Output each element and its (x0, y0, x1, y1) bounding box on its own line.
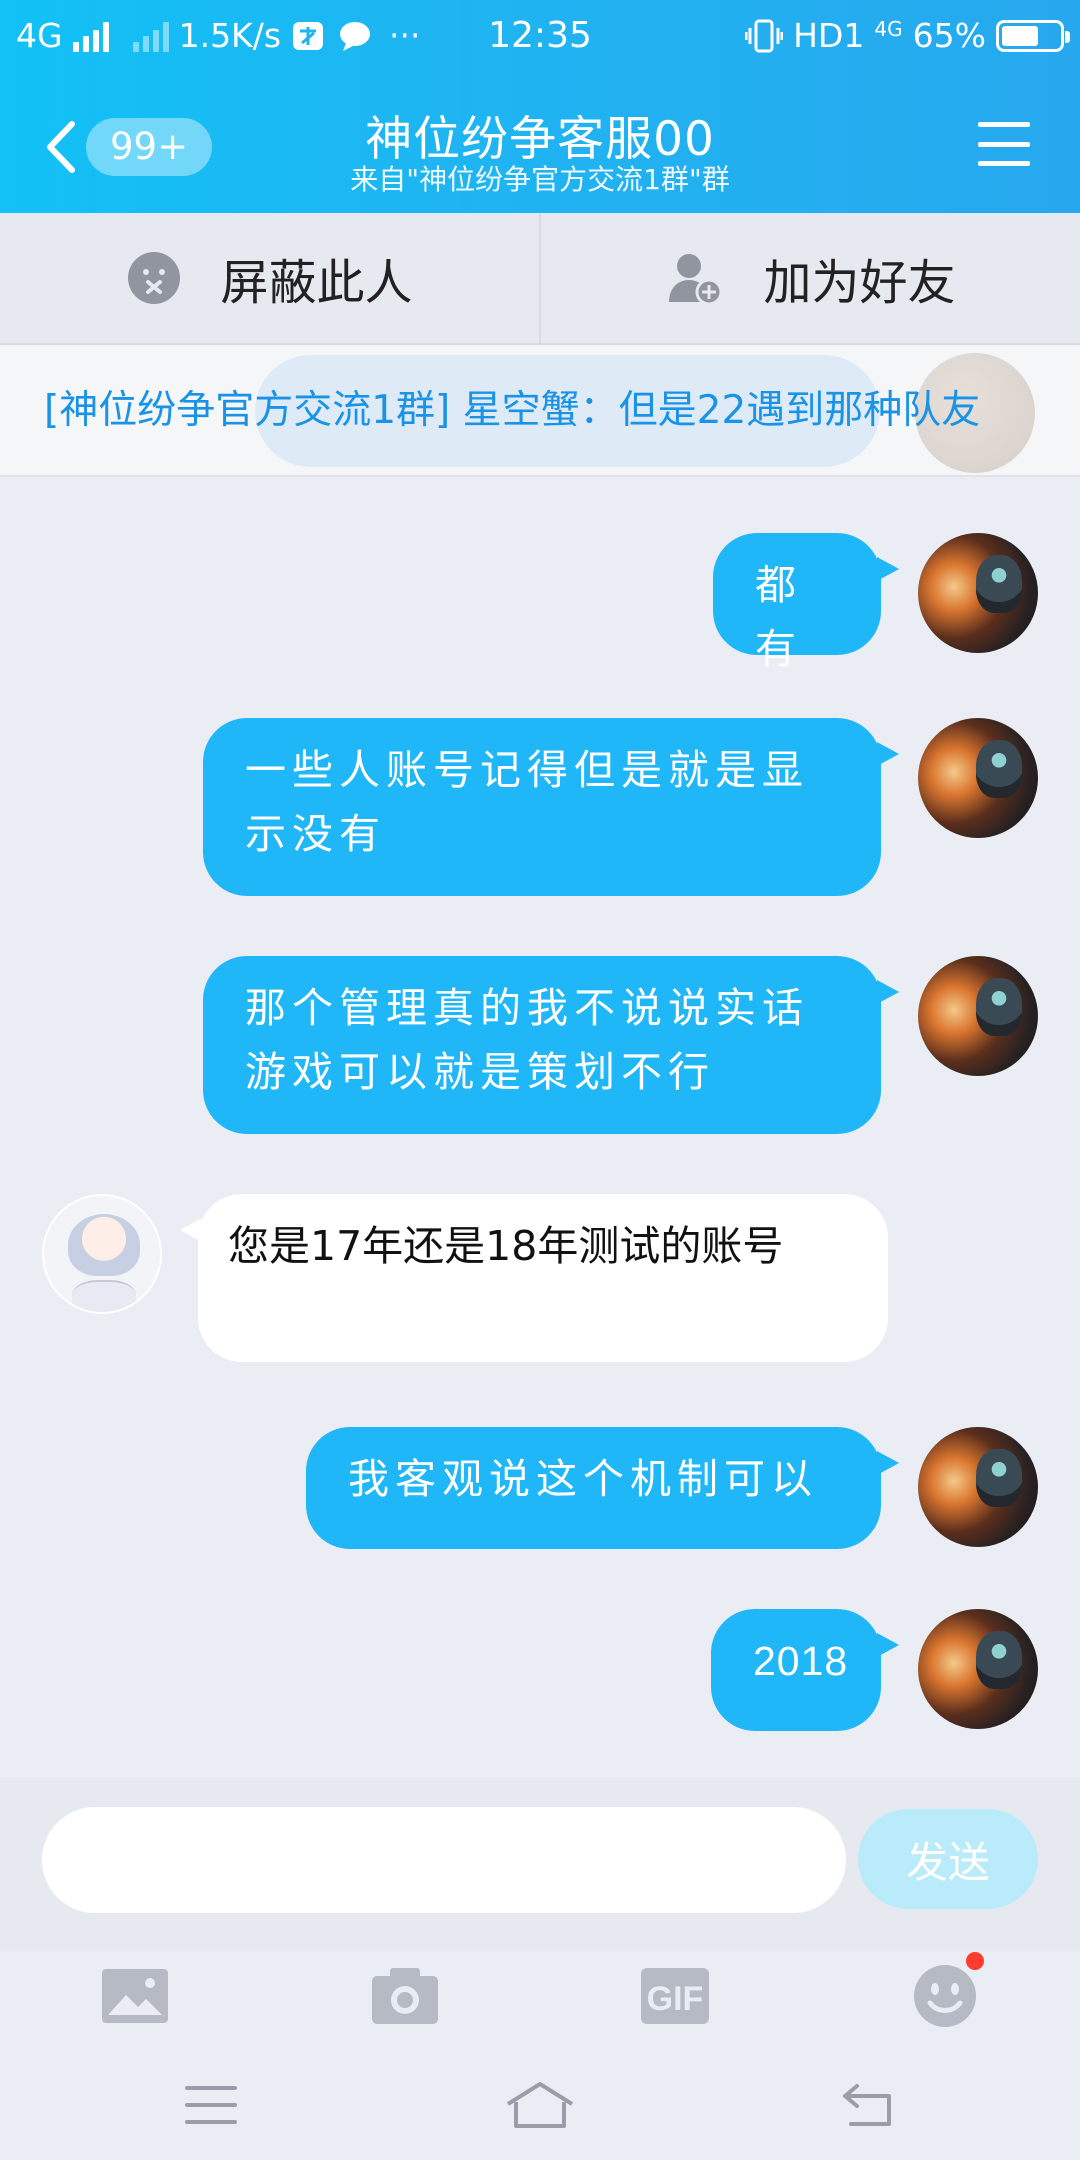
svg-text:GIF: GIF (647, 1980, 704, 2018)
message-input[interactable] (42, 1807, 846, 1913)
image-icon (102, 1969, 168, 2023)
message-text: 2018 (753, 1638, 849, 1684)
avatar-self[interactable] (918, 718, 1038, 838)
avatar-self[interactable] (918, 533, 1038, 653)
notice-text: [神位纷争官方交流1群] 星空蟹：但是22遇到那种队友 (44, 388, 981, 433)
menu-button[interactable] (978, 122, 1030, 166)
gif-button[interactable]: GIF (630, 1956, 720, 2036)
back-nav-button[interactable] (824, 2072, 914, 2138)
header: 4G 1.5K/s ··· 12:35 HD1 4G 65% 99+ 神位纷争客… (0, 0, 1080, 213)
message-bubble-outgoing[interactable]: 都有 (713, 533, 899, 673)
avatar-self[interactable] (918, 1427, 1038, 1547)
menu-lines-icon (185, 2086, 237, 2124)
emoji-icon (914, 1965, 976, 2027)
home-icon (506, 2082, 574, 2128)
gif-icon: GIF (641, 1968, 709, 2024)
system-nav-bar (0, 2050, 1080, 2160)
status-bar: 4G 1.5K/s ··· 12:35 HD1 4G 65% (0, 0, 1080, 74)
message-bubble-outgoing[interactable]: 一些人账号记得但是就是显示没有 (203, 718, 899, 896)
message-text: 都有 (755, 561, 802, 673)
message-text: 您是17年还是18年测试的账号 (228, 1222, 784, 1270)
back-arrow-icon (843, 2084, 891, 2126)
camera-icon (372, 1968, 438, 2024)
network2-label: 4G (874, 17, 903, 41)
image-button[interactable] (90, 1956, 180, 2036)
message-text: 一些人账号记得但是就是显示没有 (245, 746, 809, 858)
avatar-self[interactable] (918, 1609, 1038, 1729)
menu-icon (978, 122, 1030, 127)
message-text: 那个管理真的我不说说实话游戏可以就是策划不行 (245, 984, 809, 1096)
send-button[interactable]: 发送 (858, 1809, 1038, 1909)
battery-icon (996, 20, 1070, 52)
block-icon (128, 252, 181, 304)
title-bar: 99+ 神位纷争客服00 来自"神位纷争官方交流1群"群 (0, 74, 1080, 213)
vibrate-icon (745, 18, 784, 54)
avatar-agent[interactable] (42, 1194, 162, 1314)
home-button[interactable] (495, 2072, 585, 2138)
recent-apps-button[interactable] (166, 2072, 256, 2138)
action-row: 屏蔽此人 加为好友 (0, 213, 1080, 345)
battery-percent: 65% (912, 16, 986, 55)
group-notice[interactable]: [神位纷争官方交流1群] 星空蟹：但是22遇到那种队友 (0, 345, 1080, 477)
input-bar: 发送 (0, 1777, 1080, 1950)
block-user-label: 屏蔽此人 (220, 255, 413, 311)
input-toolbar: GIF (0, 1950, 1080, 2050)
message-text: 我客观说这个机制可以 (348, 1455, 818, 1503)
block-user-button[interactable]: 屏蔽此人 (0, 213, 539, 343)
page-subtitle: 来自"神位纷争官方交流1群"群 (350, 163, 730, 196)
emoji-button[interactable] (900, 1952, 990, 2036)
message-bubble-outgoing[interactable]: 2018 (711, 1609, 899, 1731)
message-bubble-incoming[interactable]: 您是17年还是18年测试的账号 (180, 1194, 888, 1362)
camera-button[interactable] (360, 1956, 450, 2036)
add-friend-label: 加为好友 (763, 255, 956, 311)
hd-label: HD1 (793, 16, 865, 55)
add-friend-icon (669, 254, 723, 306)
status-right: HD1 4G 65% (745, 16, 1070, 56)
message-bubble-outgoing[interactable]: 我客观说这个机制可以 (306, 1427, 899, 1549)
notification-dot (966, 1952, 984, 1970)
chat-area: 都有 一些人账号记得但是就是显示没有 那个管理真的我不说说实话游戏可以就是策划不… (0, 477, 1080, 1777)
avatar-self[interactable] (918, 956, 1038, 1076)
message-bubble-outgoing[interactable]: 那个管理真的我不说说实话游戏可以就是策划不行 (203, 956, 899, 1134)
add-friend-button[interactable]: 加为好友 (539, 213, 1080, 343)
